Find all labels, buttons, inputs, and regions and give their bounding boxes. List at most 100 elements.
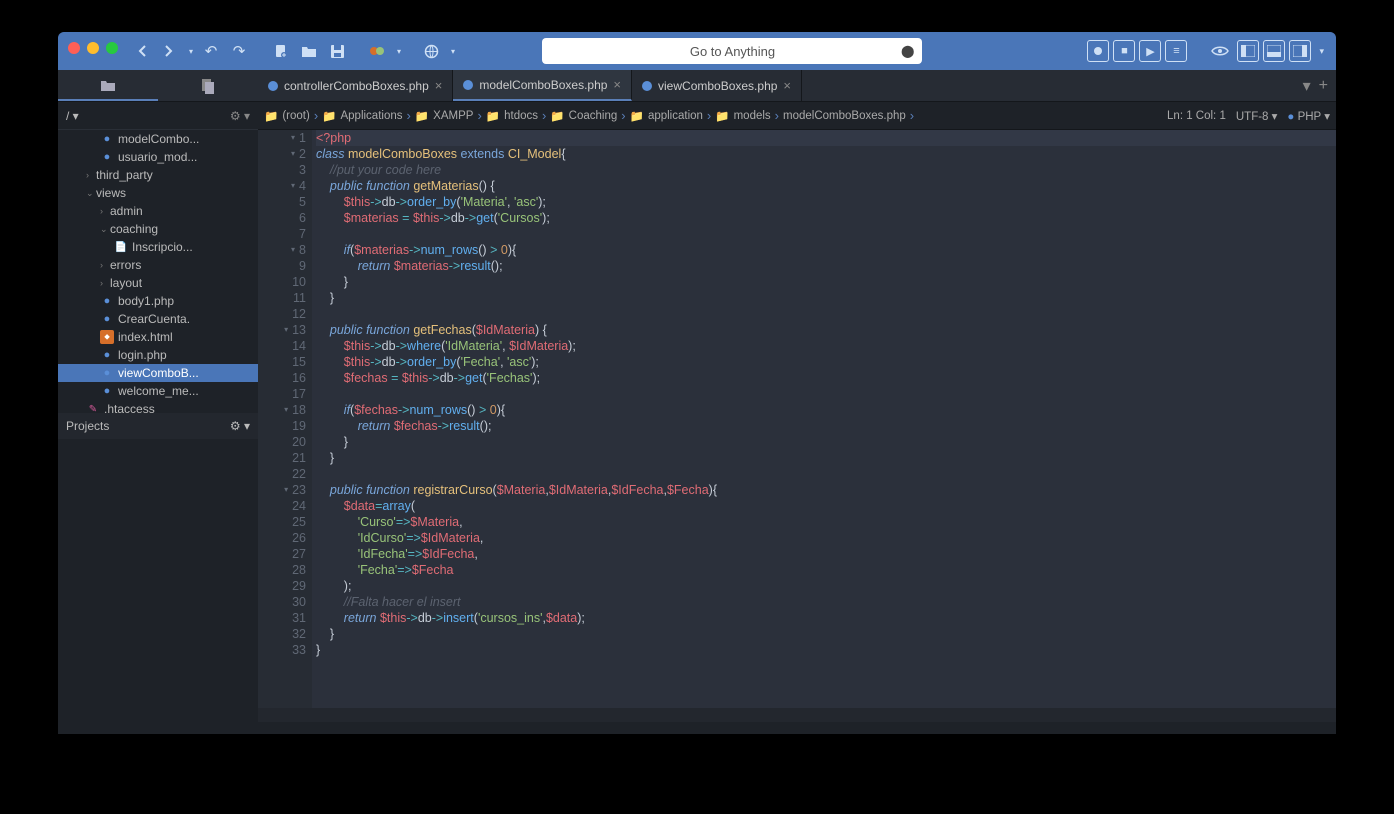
code-line[interactable]: if($fechas->num_rows() > 0){ (316, 402, 1336, 418)
code-line[interactable]: $fechas = $this->db->get('Fechas'); (316, 370, 1336, 386)
tree-folder[interactable]: ›errors (58, 256, 258, 274)
tree-folder[interactable]: ›layout (58, 274, 258, 292)
panel-left-icon[interactable] (1237, 40, 1259, 62)
sidebar-tab-clipboard[interactable] (158, 70, 258, 101)
panel-right-icon[interactable] (1289, 40, 1311, 62)
new-tab-icon[interactable]: + (1319, 77, 1328, 95)
fold-icon[interactable]: ▾ (284, 482, 288, 498)
undo-button[interactable]: ↶ (198, 38, 224, 64)
editor-tab[interactable]: viewComboBoxes.php× (632, 70, 802, 101)
new-file-button[interactable] (268, 38, 294, 64)
sidebar-path-label[interactable]: / ▾ (66, 109, 79, 123)
breadcrumb-item[interactable]: 📁htdocs (486, 109, 538, 123)
tree-file[interactable]: index.html (58, 328, 258, 346)
code-line[interactable]: //Falta hacer el insert (316, 594, 1336, 610)
close-icon[interactable]: × (783, 78, 791, 93)
cursor-position[interactable]: Ln: 1 Col: 1 (1167, 110, 1226, 122)
back-button[interactable] (130, 38, 156, 64)
breadcrumb-item[interactable]: 📁(root) (264, 109, 310, 123)
code-line[interactable]: } (316, 642, 1336, 658)
play-icon[interactable]: ▶ (1139, 40, 1161, 62)
code-line[interactable]: 'Fecha'=>$Fecha (316, 562, 1336, 578)
fold-icon[interactable]: ▾ (284, 402, 288, 418)
breadcrumb-item[interactable]: 📁XAMPP (415, 109, 474, 123)
minimize-window-button[interactable] (87, 42, 99, 54)
code-line[interactable]: $materias = $this->db->get('Cursos'); (316, 210, 1336, 226)
tree-file[interactable]: modelCombo... (58, 130, 258, 148)
forward-button[interactable] (158, 38, 196, 64)
stop-icon[interactable]: ■ (1113, 40, 1135, 62)
save-button[interactable] (324, 38, 350, 64)
tree-file[interactable]: Inscripcio... (58, 238, 258, 256)
code-line[interactable]: } (316, 274, 1336, 290)
code-line[interactable]: if($materias->num_rows() > 0){ (316, 242, 1336, 258)
tab-menu-icon[interactable]: ▾ (1303, 76, 1311, 96)
code-line[interactable]: $data=array( (316, 498, 1336, 514)
tree-file[interactable]: login.php (58, 346, 258, 364)
code-line[interactable]: public function getMaterias() { (316, 178, 1336, 194)
code-line[interactable]: //put your code here (316, 162, 1336, 178)
maximize-window-button[interactable] (106, 42, 118, 54)
code-line[interactable] (316, 226, 1336, 242)
code-line[interactable]: } (316, 450, 1336, 466)
code-line[interactable]: ); (316, 578, 1336, 594)
breadcrumb-item[interactable]: modelComboBoxes.php (783, 110, 906, 122)
code-line[interactable] (316, 306, 1336, 322)
close-icon[interactable]: × (613, 77, 621, 92)
panel-bottom-icon[interactable] (1263, 40, 1285, 62)
tree-file[interactable]: welcome_me... (58, 382, 258, 400)
panel-dropdown[interactable]: ▾ (1315, 46, 1328, 57)
code-line[interactable]: public function getFechas($IdMateria) { (316, 322, 1336, 338)
macro-button[interactable] (366, 38, 404, 64)
code-line[interactable]: 'Curso'=>$Materia, (316, 514, 1336, 530)
close-icon[interactable]: × (435, 78, 443, 93)
code-line[interactable] (316, 466, 1336, 482)
fold-icon[interactable]: ▾ (291, 178, 295, 194)
open-file-button[interactable] (296, 38, 322, 64)
browser-preview-button[interactable] (420, 38, 458, 64)
fold-icon[interactable]: ▾ (284, 322, 288, 338)
fold-icon[interactable]: ▾ (291, 146, 295, 162)
code-line[interactable]: 'IdCurso'=>$IdMateria, (316, 530, 1336, 546)
tree-file[interactable]: usuario_mod... (58, 148, 258, 166)
gear-icon[interactable]: ⚙ ▾ (230, 419, 250, 433)
code-line[interactable]: $this->db->order_by('Materia', 'asc'); (316, 194, 1336, 210)
tree-folder[interactable]: ›third_party (58, 166, 258, 184)
code-line[interactable]: class modelComboBoxes extends CI_Model{ (316, 146, 1336, 162)
breadcrumb-item[interactable]: 📁application (630, 109, 703, 123)
fold-icon[interactable]: ▾ (291, 130, 295, 146)
tree-folder[interactable]: ⌄views (58, 184, 258, 202)
output-icon[interactable]: ≡ (1165, 40, 1187, 62)
code-line[interactable]: $this->db->where('IdMateria', $IdMateria… (316, 338, 1336, 354)
breadcrumb-item[interactable]: 📁Applications (322, 109, 402, 123)
close-window-button[interactable] (68, 42, 80, 54)
tree-file[interactable]: .htaccess (58, 400, 258, 413)
gear-icon[interactable]: ⚙ ▾ (230, 109, 250, 123)
redo-button[interactable]: ↷ (226, 38, 252, 64)
code-line[interactable]: public function registrarCurso($Materia,… (316, 482, 1336, 498)
code-line[interactable]: } (316, 290, 1336, 306)
code-line[interactable] (316, 386, 1336, 402)
go-to-anything-search[interactable]: Go to Anything ⬤ (542, 38, 922, 64)
language-selector[interactable]: ● PHP ▾ (1287, 109, 1330, 123)
breadcrumb-item[interactable]: 📁Coaching (550, 109, 617, 123)
record-icon[interactable] (1087, 40, 1109, 62)
code-line[interactable]: return $this->db->insert('cursos_ins',$d… (316, 610, 1336, 626)
code-content[interactable]: <?phpclass modelComboBoxes extends CI_Mo… (312, 130, 1336, 708)
fold-icon[interactable]: ▾ (291, 242, 295, 258)
tree-folder[interactable]: ›admin (58, 202, 258, 220)
tree-file[interactable]: body1.php (58, 292, 258, 310)
tree-file[interactable]: viewComboB... (58, 364, 258, 382)
sidebar-tab-files[interactable] (58, 70, 158, 101)
code-editor[interactable]: ▾1▾23▾4567▾89101112▾1314151617▾181920212… (258, 130, 1336, 708)
eye-icon[interactable] (1207, 45, 1233, 57)
breadcrumb-item[interactable]: 📁models (715, 109, 770, 123)
code-line[interactable]: return $materias->result(); (316, 258, 1336, 274)
encoding-selector[interactable]: UTF-8 ▾ (1236, 109, 1278, 123)
code-line[interactable]: <?php (316, 130, 1336, 146)
projects-section-header[interactable]: Projects ⚙ ▾ (58, 413, 258, 439)
editor-tab[interactable]: controllerComboBoxes.php× (258, 70, 453, 101)
code-line[interactable]: } (316, 626, 1336, 642)
tree-folder[interactable]: ⌄coaching (58, 220, 258, 238)
code-line[interactable]: return $fechas->result(); (316, 418, 1336, 434)
